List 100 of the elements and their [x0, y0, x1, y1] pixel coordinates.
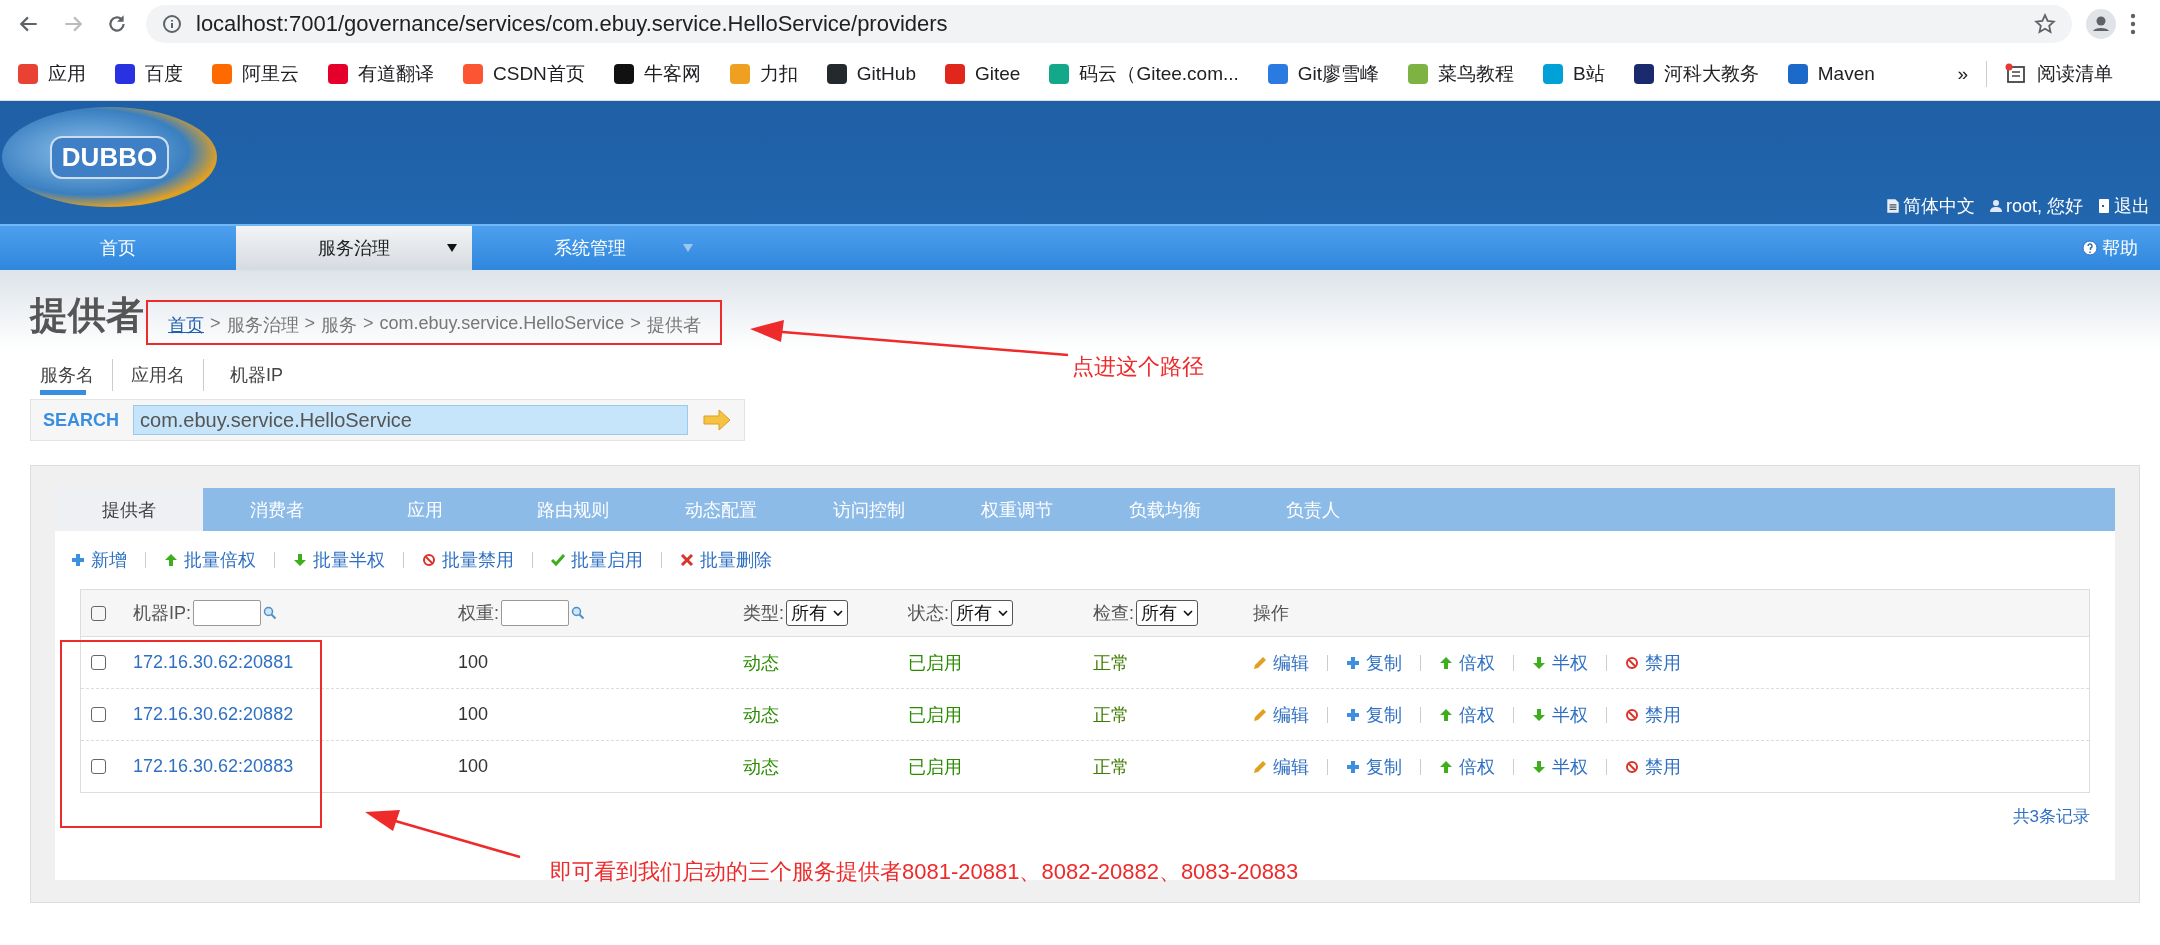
table-cell: 已启用: [908, 704, 962, 725]
column-header: 类型:: [743, 602, 784, 625]
filter-field[interactable]: [193, 600, 261, 626]
nav-item[interactable]: 首页: [0, 226, 236, 270]
bookmark[interactable]: 百度: [115, 60, 183, 87]
bookmark[interactable]: Maven: [1787, 62, 1875, 85]
action-link[interactable]: 批量半权: [293, 548, 385, 572]
bookmark[interactable]: 有道翻译: [328, 60, 434, 87]
row-action-link[interactable]: 半权: [1532, 754, 1588, 779]
caret-icon: [998, 609, 1008, 617]
arrow-up-icon: [164, 553, 178, 567]
row-action-link[interactable]: 禁用: [1625, 650, 1681, 675]
address-link[interactable]: 172.16.30.62:20883: [133, 756, 294, 776]
ban-icon: [422, 553, 436, 567]
search-icon: [263, 606, 277, 620]
bookmark[interactable]: CSDN首页: [463, 60, 585, 87]
filter-dropdown[interactable]: 所有: [951, 600, 1013, 626]
header-link[interactable]: root, 您好: [1988, 194, 2083, 218]
breadcrumb-separator: >: [210, 313, 221, 335]
bookmark[interactable]: 牛客网: [613, 60, 701, 87]
header-link[interactable]: 退出: [2097, 194, 2150, 218]
list-icon: [2005, 62, 2027, 85]
search-field[interactable]: com.ebuy.service.HelloService: [133, 405, 688, 435]
action-link[interactable]: 批量禁用: [422, 548, 514, 572]
bookmark[interactable]: 力扣: [729, 60, 798, 87]
help-link[interactable]: 帮助: [2082, 236, 2138, 260]
row-action-link[interactable]: 禁用: [1625, 702, 1681, 727]
bookmark[interactable]: 菜鸟教程: [1408, 60, 1515, 87]
checkbox[interactable]: [91, 655, 106, 670]
bookmark[interactable]: B站: [1543, 60, 1605, 87]
pencil-icon: [1253, 707, 1267, 722]
logo: DUBBO: [2, 107, 217, 207]
address-bar[interactable]: localhost:7001/governance/services/com.ebuy.service.HelloService/providers: [146, 4, 2072, 43]
table-cell: 已启用: [908, 652, 962, 673]
filter-field[interactable]: [501, 600, 569, 626]
tab[interactable]: 提供者: [55, 488, 203, 531]
checkbox[interactable]: [91, 759, 106, 774]
caret-icon: [446, 243, 458, 253]
row-action-link[interactable]: 半权: [1532, 702, 1588, 727]
row-action-link[interactable]: 编辑: [1253, 754, 1309, 779]
cross-icon: [680, 553, 694, 567]
checkbox[interactable]: [91, 707, 106, 722]
address-link[interactable]: 172.16.30.62:20881: [133, 652, 294, 672]
check-icon: [551, 553, 565, 567]
row-action-link[interactable]: 倍权: [1439, 702, 1495, 727]
bookmark[interactable]: 阿里云: [212, 60, 299, 87]
row-action-link[interactable]: 倍权: [1439, 650, 1495, 675]
row-action-link[interactable]: 倍权: [1439, 754, 1495, 779]
action-link[interactable]: 新增: [71, 548, 127, 572]
action-link[interactable]: 批量删除: [680, 548, 772, 572]
table-cell: 正常: [1093, 756, 1129, 777]
search-tab[interactable]: 机器IP: [230, 359, 301, 391]
breadcrumb-link[interactable]: 首页: [168, 313, 204, 337]
menu-icon[interactable]: [2130, 12, 2136, 35]
star-icon[interactable]: [2034, 12, 2056, 35]
bookmark[interactable]: Gitee: [945, 62, 1021, 85]
filter-dropdown[interactable]: 所有: [786, 600, 848, 626]
avatar-icon[interactable]: [2086, 8, 2116, 39]
nav-item[interactable]: 服务治理: [236, 226, 472, 270]
bookmark[interactable]: Git廖雪峰: [1267, 60, 1380, 87]
bookmark[interactable]: 码云（Gitee.com...: [1049, 60, 1239, 87]
breadcrumb-item: 服务: [321, 314, 358, 337]
plus-icon: [1346, 759, 1360, 774]
row-action-link[interactable]: 复制: [1346, 650, 1402, 675]
breadcrumb-item: com.ebuy.service.HelloService: [379, 313, 625, 335]
caret-icon: [833, 609, 843, 617]
search-icon: [571, 606, 585, 620]
row-action-link[interactable]: 复制: [1346, 754, 1402, 779]
bookmark[interactable]: 应用: [18, 60, 86, 87]
nav-item[interactable]: 系统管理: [472, 226, 708, 270]
checkbox[interactable]: [91, 605, 106, 621]
arrow-down-icon: [1532, 707, 1546, 722]
row-action-link[interactable]: 编辑: [1253, 702, 1309, 727]
arrow-down-icon: [1532, 759, 1546, 774]
row-action-link[interactable]: 半权: [1532, 650, 1588, 675]
arrow-up-icon: [1439, 655, 1453, 670]
row-action-link[interactable]: 复制: [1346, 702, 1402, 727]
row-action-link[interactable]: 编辑: [1253, 650, 1309, 675]
reading-list[interactable]: 阅读清单: [2005, 60, 2113, 87]
bookmark[interactable]: 河科大教务: [1633, 60, 1759, 87]
header-link[interactable]: 简体中文: [1885, 194, 1975, 218]
action-link[interactable]: 批量启用: [551, 548, 643, 572]
arrow-up-icon: [1439, 707, 1453, 722]
table-cell: 正常: [1093, 652, 1129, 673]
annotation-text: 即可看到我们启动的三个服务提供者8081-20881、8082-20882、8083-20883: [550, 858, 1299, 886]
annotation-text: 点进这个路径: [1072, 353, 1204, 381]
page-title: 提供者: [30, 293, 144, 338]
address-link[interactable]: 172.16.30.62:20882: [133, 704, 294, 724]
table-cell: 动态: [743, 652, 779, 673]
reload-icon[interactable]: [106, 12, 128, 35]
row-action-link[interactable]: 禁用: [1625, 754, 1681, 779]
arrow-down-icon: [1532, 655, 1546, 670]
overflow-chevron[interactable]: »: [1957, 62, 1968, 85]
bookmark[interactable]: GitHub: [826, 62, 916, 85]
search-tab[interactable]: 应用名: [131, 359, 204, 391]
ban-icon: [1625, 655, 1639, 670]
action-link[interactable]: 批量倍权: [164, 548, 256, 572]
filter-dropdown[interactable]: 所有: [1136, 600, 1198, 626]
column-header: 操作: [1253, 602, 1289, 625]
question-icon: [2082, 240, 2098, 256]
